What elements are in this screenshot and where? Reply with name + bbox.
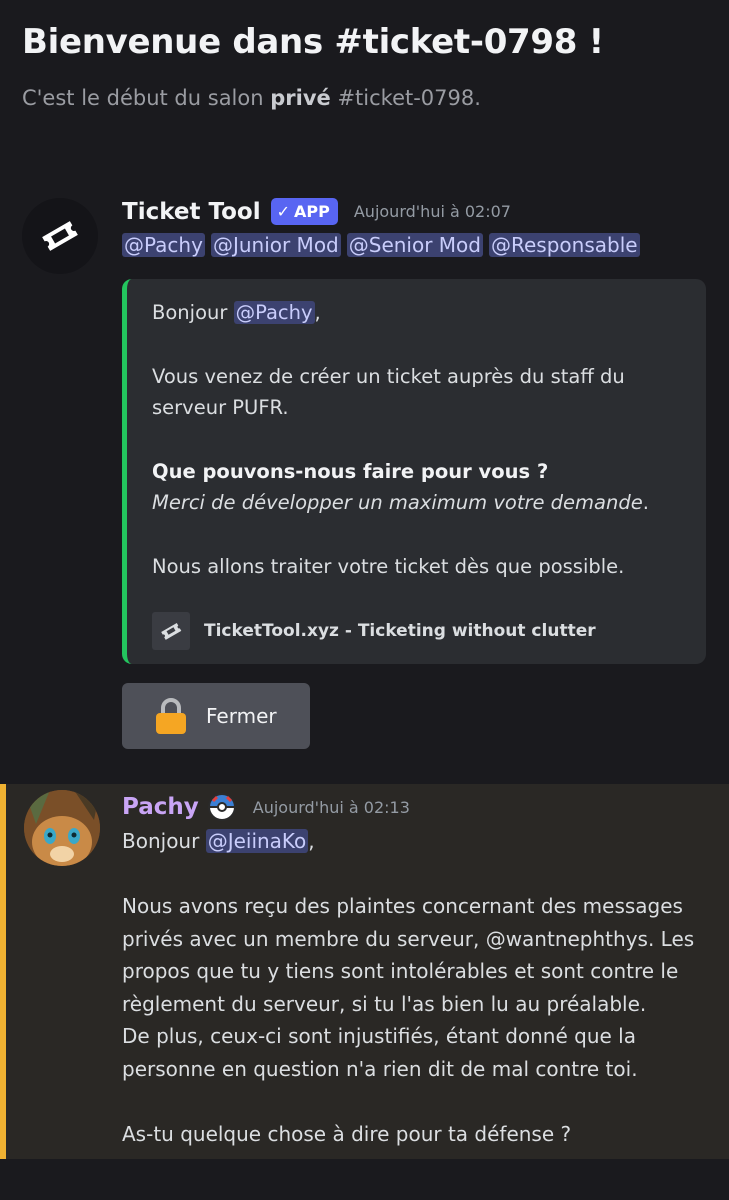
lock-icon	[156, 698, 186, 734]
mention-responsable[interactable]: @Responsable	[489, 233, 640, 257]
close-ticket-label: Fermer	[206, 704, 277, 728]
pachy-avatar[interactable]	[24, 790, 100, 866]
pokeball-icon	[207, 793, 236, 821]
embed-description: Bonjour @Pachy, Vous venez de créer un t…	[152, 301, 649, 578]
bottom-background	[0, 1159, 729, 1200]
role-mentions: @Pachy @Junior Mod @Senior Mod @Responsa…	[122, 233, 640, 257]
embed-footer-text: TicketTool.xyz - Ticketing without clutt…	[204, 621, 596, 641]
bot-message-timestamp: Aujourd'hui à 02:07	[353, 202, 511, 221]
channel-welcome-title: Bienvenue dans #ticket-0798 !	[22, 22, 604, 62]
close-ticket-button[interactable]: Fermer	[122, 683, 310, 749]
ticket-embed: Bonjour @Pachy, Vous venez de créer un t…	[122, 279, 706, 664]
mention-senior-mod[interactable]: @Senior Mod	[346, 233, 483, 257]
ticket-icon	[42, 221, 78, 251]
pachy-author-name[interactable]: Pachy	[122, 794, 199, 820]
app-badge: ✓ APP	[270, 198, 338, 225]
user-message-header: Pachy Aujourd'hui à 02:13	[122, 792, 410, 822]
bot-message-header: Ticket Tool ✓ APP Aujourd'hui à 02:07	[122, 198, 511, 225]
bot-author-name[interactable]: Ticket Tool	[122, 199, 261, 225]
mention-jeiinako[interactable]: @JeiinaKo	[205, 829, 309, 853]
mention-highlight-bar	[0, 784, 6, 1159]
user-message-timestamp: Aujourd'hui à 02:13	[252, 797, 410, 817]
ticket-icon	[152, 612, 190, 650]
channel-welcome-subtitle: C'est le début du salon privé #ticket-07…	[22, 86, 481, 110]
mention-pachy[interactable]: @Pachy	[122, 233, 205, 257]
mention-pachy-embed[interactable]: @Pachy	[233, 301, 315, 324]
user-message-content: Bonjour @JeiinaKo, Nous avons reçu des p…	[122, 829, 695, 1146]
checkmark-icon: ✓	[276, 202, 291, 221]
ticket-tool-avatar[interactable]	[22, 198, 98, 274]
embed-footer: TicketTool.xyz - Ticketing without clutt…	[152, 612, 596, 650]
mention-junior-mod[interactable]: @Junior Mod	[210, 233, 341, 257]
